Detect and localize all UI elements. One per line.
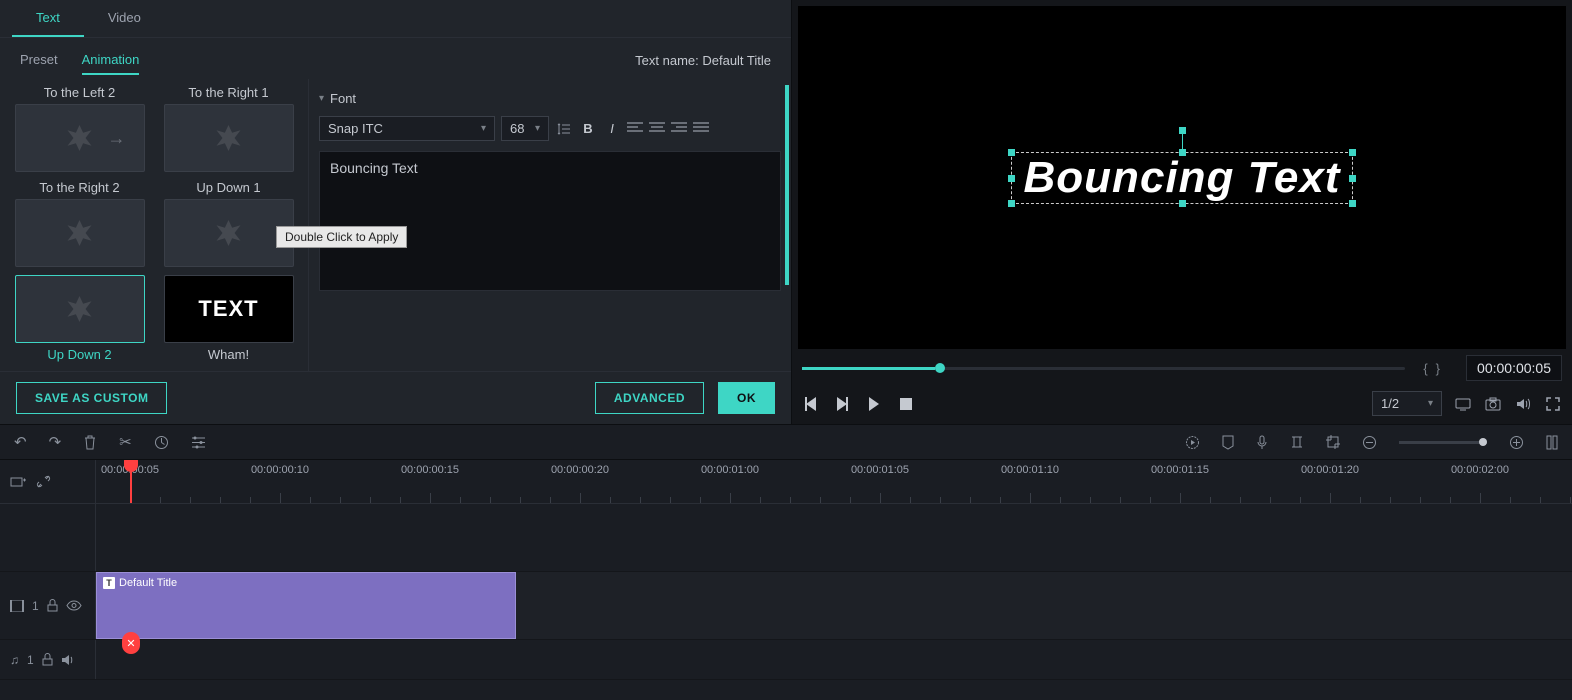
preset-up-down-1[interactable]: Up Down 1 — [161, 180, 296, 267]
snapshot-icon[interactable] — [1484, 395, 1502, 413]
animation-presets: To the Left 2 To the Right 1 To the Righ… — [0, 79, 308, 371]
video-track-icon — [10, 600, 24, 612]
preset-to-the-left-2[interactable]: To the Left 2 — [12, 85, 147, 172]
settings-button[interactable] — [191, 436, 206, 449]
font-size-select[interactable]: 68▾ — [501, 116, 549, 141]
ruler-tick-label: 00:00:00:20 — [551, 464, 609, 476]
tab-text[interactable]: Text — [12, 0, 84, 37]
font-section-toggle[interactable]: ▾ Font — [319, 85, 781, 112]
ruler-tick-label: 00:00:02:00 — [1451, 464, 1509, 476]
text-content-input[interactable] — [319, 151, 781, 291]
preset-wham[interactable]: TEXT Wham! — [161, 275, 296, 362]
ok-button[interactable]: OK — [718, 382, 775, 414]
stop-button[interactable] — [898, 396, 914, 412]
ruler-tick-label: 00:00:00:15 — [401, 464, 459, 476]
resize-handle[interactable] — [1008, 175, 1015, 182]
resize-handle[interactable] — [1008, 149, 1015, 156]
crop-icon[interactable] — [1326, 435, 1340, 449]
clip-default-title[interactable]: TDefault Title — [96, 572, 516, 639]
timeline-toolbar: ↶ ↷ ✂ — [0, 424, 1572, 460]
mark-in-out[interactable]: {} — [1415, 361, 1456, 376]
link-icon[interactable] — [36, 474, 51, 489]
preview-text: Bouncing Text — [1024, 153, 1341, 203]
timeline: 00:00:00:0500:00:00:1000:00:00:1500:00:0… — [0, 460, 1572, 680]
speed-button[interactable] — [154, 435, 169, 450]
audio-track-icon: ♫ — [10, 653, 19, 667]
preview-zoom-select[interactable]: 1/2▾ — [1372, 391, 1442, 416]
split-button[interactable]: ✂ — [119, 433, 132, 451]
scrollbar[interactable] — [785, 85, 789, 285]
rotate-handle[interactable] — [1179, 127, 1186, 134]
resize-handle[interactable] — [1179, 149, 1186, 156]
text-properties-panel: Text Video Preset Animation Text name: D… — [0, 0, 792, 424]
marker-icon[interactable] — [1222, 435, 1234, 450]
seek-bar[interactable] — [802, 367, 1405, 370]
volume-icon[interactable] — [1514, 395, 1532, 413]
add-track-icon[interactable] — [10, 475, 26, 489]
render-preview-icon[interactable] — [1454, 395, 1472, 413]
preset-to-the-right-2[interactable]: To the Right 2 — [12, 180, 147, 267]
cut-marker-icon[interactable]: ✕ — [122, 632, 140, 654]
resize-handle[interactable] — [1349, 200, 1356, 207]
tab-video[interactable]: Video — [84, 0, 165, 37]
zoom-in-button[interactable] — [1509, 435, 1524, 450]
preview-panel: Bouncing Text {} 00:00:00:05 1/2▾ — [792, 0, 1572, 424]
subtab-preset[interactable]: Preset — [20, 46, 58, 75]
subtab-animation[interactable]: Animation — [82, 46, 140, 75]
align-left-button[interactable] — [627, 122, 643, 136]
timeline-zoom-slider[interactable] — [1399, 441, 1487, 444]
lock-icon[interactable] — [42, 653, 53, 666]
text-name-label: Text name: Default Title — [635, 53, 771, 68]
resize-handle[interactable] — [1349, 149, 1356, 156]
preview-text-box[interactable]: Bouncing Text — [1011, 152, 1354, 204]
bold-button[interactable]: B — [579, 120, 597, 138]
undo-button[interactable]: ↶ — [14, 433, 27, 451]
ruler-tick-label: 00:00:00:10 — [251, 464, 309, 476]
preset-to-the-right-1[interactable]: To the Right 1 — [161, 85, 296, 172]
timecode-display[interactable]: 00:00:00:05 — [1466, 355, 1562, 381]
align-justify-button[interactable] — [693, 122, 709, 136]
timeline-options-icon[interactable] — [1546, 435, 1558, 450]
font-family-select[interactable]: Snap ITC▾ — [319, 116, 495, 141]
resize-handle[interactable] — [1008, 200, 1015, 207]
audio-track-1: ♫ 1 ✕ — [0, 640, 1572, 680]
fullscreen-icon[interactable] — [1544, 395, 1562, 413]
mute-icon[interactable] — [61, 654, 75, 666]
delete-button[interactable] — [83, 435, 97, 450]
resize-handle[interactable] — [1179, 200, 1186, 207]
align-center-button[interactable] — [649, 122, 665, 136]
zoom-out-button[interactable] — [1362, 435, 1377, 450]
ruler-tick-label: 00:00:01:20 — [1301, 464, 1359, 476]
play-button[interactable] — [866, 396, 882, 412]
ruler-tick-label: 00:00:01:00 — [701, 464, 759, 476]
save-as-custom-button[interactable]: SAVE AS CUSTOM — [16, 382, 167, 414]
preset-up-down-2[interactable]: Up Down 2 — [12, 275, 147, 362]
advanced-button[interactable]: ADVANCED — [595, 382, 704, 414]
chevron-down-icon: ▾ — [319, 93, 324, 104]
preview-stage[interactable]: Bouncing Text — [798, 6, 1566, 349]
align-right-button[interactable] — [671, 122, 687, 136]
main-tabs: Text Video — [0, 0, 791, 38]
eye-icon[interactable] — [66, 600, 82, 611]
audio-mixer-icon[interactable] — [1290, 435, 1304, 449]
next-frame-button[interactable] — [834, 396, 850, 412]
prev-frame-button[interactable] — [802, 396, 818, 412]
render-button[interactable] — [1185, 435, 1200, 450]
apply-tooltip: Double Click to Apply — [276, 226, 308, 248]
playhead[interactable] — [130, 460, 132, 503]
ruler-tick-label: 00:00:01:05 — [851, 464, 909, 476]
redo-button[interactable]: ↷ — [49, 433, 62, 451]
ruler-tick-label: 00:00:01:15 — [1151, 464, 1209, 476]
line-spacing-icon[interactable] — [555, 120, 573, 138]
ruler-tick-label: 00:00:01:10 — [1001, 464, 1059, 476]
lock-icon[interactable] — [47, 599, 58, 612]
voiceover-icon[interactable] — [1256, 435, 1268, 450]
italic-button[interactable]: I — [603, 120, 621, 138]
font-properties: ▾ Font Snap ITC▾ 68▾ B I — [308, 79, 791, 371]
resize-handle[interactable] — [1349, 175, 1356, 182]
video-track-1: 1 TDefault Title — [0, 572, 1572, 640]
timeline-ruler[interactable]: 00:00:00:0500:00:00:1000:00:00:1500:00:0… — [96, 460, 1572, 503]
